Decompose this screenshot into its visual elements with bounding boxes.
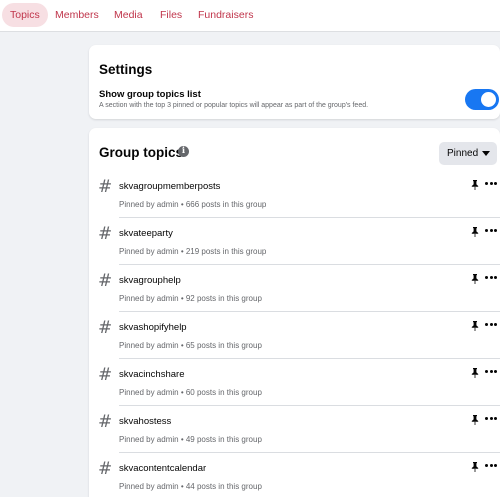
topic-row[interactable]: # skvashopifyhelp Pinned by admin • 65 pos… [89, 312, 500, 359]
topic-name[interactable]: skvahostess [119, 416, 171, 427]
topic-meta: Pinned by admin • 92 posts in this group [119, 294, 262, 303]
pin-icon[interactable] [470, 413, 480, 425]
sort-dropdown-button[interactable]: Pinned [439, 142, 497, 165]
tab-files[interactable]: Files [152, 3, 190, 27]
group-topics-title: Group topics [99, 145, 183, 160]
hashtag-icon: # [98, 177, 113, 197]
topic-meta: Pinned by admin • 666 posts in this grou… [119, 200, 267, 209]
topic-meta: Pinned by admin • 49 posts in this group [119, 435, 262, 444]
tab-fundraisers[interactable]: Fundraisers [190, 3, 261, 27]
show-topics-list-label: Show group topics list [99, 89, 201, 100]
more-options-icon[interactable] [485, 323, 498, 327]
topic-name[interactable]: skvacinchshare [119, 369, 184, 380]
more-options-icon[interactable] [485, 464, 498, 468]
tab-topics[interactable]: Topics [2, 3, 48, 27]
sort-value: Pinned [447, 148, 479, 159]
hashtag-icon: # [98, 318, 113, 338]
group-tab-bar: Topics Members Media Files Fundraisers [0, 0, 500, 32]
hashtag-icon: # [98, 271, 113, 291]
topic-name[interactable]: skvateeparty [119, 228, 173, 239]
topic-meta: Pinned by admin • 44 posts in this group [119, 482, 262, 491]
hashtag-icon: # [98, 412, 113, 432]
settings-title: Settings [99, 62, 153, 77]
topic-row[interactable]: # skvahostess Pinned by admin • 49 posts i… [89, 406, 500, 453]
pin-icon[interactable] [470, 225, 480, 237]
tab-members[interactable]: Members [47, 3, 107, 27]
topic-name[interactable]: skvagrouphelp [119, 275, 181, 286]
topic-name[interactable]: skvagroupmemberposts [119, 181, 220, 192]
pin-icon[interactable] [470, 319, 480, 331]
tab-media[interactable]: Media [106, 3, 151, 27]
pin-icon[interactable] [470, 366, 480, 378]
topic-row[interactable]: # skvagroupmemberposts Pinned by admin • 6… [89, 171, 500, 218]
more-options-icon[interactable] [485, 417, 498, 421]
topic-meta: Pinned by admin • 65 posts in this group [119, 341, 262, 350]
pin-icon[interactable] [470, 272, 480, 284]
topic-row[interactable]: # skvagrouphelp Pinned by admin • 92 posts… [89, 265, 500, 312]
show-topics-list-toggle[interactable] [465, 89, 499, 110]
topic-meta: Pinned by admin • 219 posts in this grou… [119, 247, 267, 256]
show-topics-list-description: A section with the top 3 pinned or popul… [99, 102, 369, 109]
topic-row[interactable]: # skvacinchshare Pinned by admin • 60 post… [89, 359, 500, 406]
hashtag-icon: # [98, 365, 113, 385]
group-topics-card: Group topics i Pinned # skvagroupmemberpo… [89, 128, 500, 497]
pin-icon[interactable] [470, 178, 480, 190]
topic-name[interactable]: skvashopifyhelp [119, 322, 187, 333]
more-options-icon[interactable] [485, 229, 498, 233]
toggle-knob [481, 92, 496, 107]
more-options-icon[interactable] [485, 276, 498, 280]
settings-card: Settings Show group topics list A sectio… [89, 45, 500, 119]
hashtag-icon: # [98, 224, 113, 244]
hashtag-icon: # [98, 459, 113, 479]
topic-row[interactable]: # skvacontentcalendar Pinned by admin • 44… [89, 453, 500, 497]
more-options-icon[interactable] [485, 182, 498, 186]
info-icon[interactable]: i [178, 146, 189, 157]
topic-name[interactable]: skvacontentcalendar [119, 463, 206, 474]
pin-icon[interactable] [470, 460, 480, 472]
topic-meta: Pinned by admin • 60 posts in this group [119, 388, 262, 397]
topic-row[interactable]: # skvateeparty Pinned by admin • 219 posts… [89, 218, 500, 265]
more-options-icon[interactable] [485, 370, 498, 374]
caret-down-icon [482, 151, 490, 156]
